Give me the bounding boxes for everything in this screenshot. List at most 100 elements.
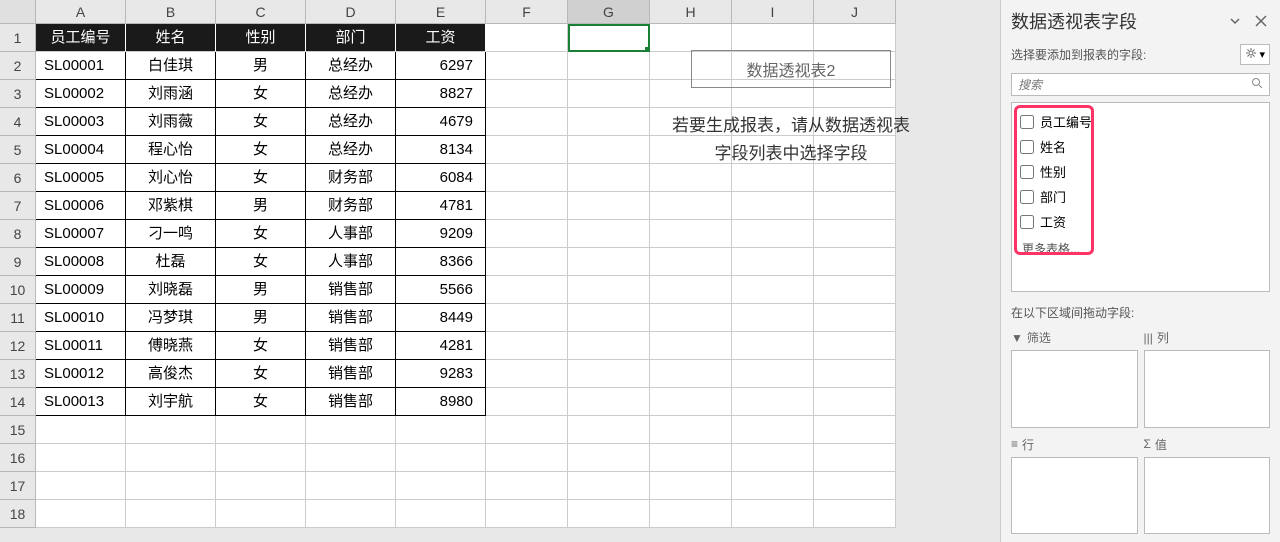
cell[interactable]: SL00008: [36, 248, 126, 276]
cell[interactable]: [814, 444, 896, 472]
cell[interactable]: [216, 472, 306, 500]
field-item[interactable]: 性别: [1020, 159, 1261, 184]
field-checkbox[interactable]: [1020, 140, 1034, 154]
col-header-E[interactable]: E: [396, 0, 486, 24]
cell[interactable]: [814, 360, 896, 388]
cell[interactable]: SL00005: [36, 164, 126, 192]
cell[interactable]: [36, 500, 126, 528]
cell[interactable]: [814, 500, 896, 528]
cell[interactable]: [486, 52, 568, 80]
cell[interactable]: [486, 220, 568, 248]
cell[interactable]: 员工编号: [36, 24, 126, 52]
cell[interactable]: [568, 164, 650, 192]
cell[interactable]: 4781: [396, 192, 486, 220]
cell[interactable]: [568, 444, 650, 472]
cell[interactable]: [650, 24, 732, 52]
cell[interactable]: [568, 304, 650, 332]
cell[interactable]: 高俊杰: [126, 360, 216, 388]
cell[interactable]: [650, 276, 732, 304]
cell[interactable]: 性别: [216, 24, 306, 52]
cell[interactable]: [650, 416, 732, 444]
cell[interactable]: [126, 472, 216, 500]
cell[interactable]: 8366: [396, 248, 486, 276]
cell[interactable]: 8827: [396, 80, 486, 108]
cell[interactable]: [568, 360, 650, 388]
cell[interactable]: [306, 444, 396, 472]
cell[interactable]: [568, 500, 650, 528]
cell[interactable]: [396, 444, 486, 472]
cell[interactable]: [732, 24, 814, 52]
cell[interactable]: [732, 164, 814, 192]
cell[interactable]: [650, 192, 732, 220]
field-item[interactable]: 部门: [1020, 184, 1261, 209]
cell[interactable]: 4281: [396, 332, 486, 360]
cell[interactable]: [732, 472, 814, 500]
cell[interactable]: 销售部: [306, 276, 396, 304]
cell[interactable]: 男: [216, 52, 306, 80]
cell[interactable]: 人事部: [306, 220, 396, 248]
pivot-title-box[interactable]: 数据透视表2: [691, 50, 891, 88]
field-checkbox[interactable]: [1020, 115, 1034, 129]
cell[interactable]: SL00004: [36, 136, 126, 164]
cell[interactable]: [216, 416, 306, 444]
cell[interactable]: 9209: [396, 220, 486, 248]
cell[interactable]: [486, 388, 568, 416]
cell[interactable]: 销售部: [306, 360, 396, 388]
cell[interactable]: 刘宇航: [126, 388, 216, 416]
cell[interactable]: [814, 164, 896, 192]
field-item[interactable]: 工资: [1020, 209, 1261, 234]
cell[interactable]: [486, 276, 568, 304]
cell[interactable]: [486, 80, 568, 108]
cell[interactable]: [814, 388, 896, 416]
row-header[interactable]: 12: [0, 332, 36, 360]
cell[interactable]: [732, 360, 814, 388]
cell[interactable]: 姓名: [126, 24, 216, 52]
cell[interactable]: [486, 136, 568, 164]
cell[interactable]: SL00006: [36, 192, 126, 220]
cell[interactable]: [486, 192, 568, 220]
cell[interactable]: 8449: [396, 304, 486, 332]
cell[interactable]: 女: [216, 332, 306, 360]
cell[interactable]: [650, 360, 732, 388]
cell[interactable]: 销售部: [306, 388, 396, 416]
cell[interactable]: [650, 332, 732, 360]
cell[interactable]: 女: [216, 220, 306, 248]
cell[interactable]: 刘心怡: [126, 164, 216, 192]
col-header-A[interactable]: A: [36, 0, 126, 24]
cell[interactable]: 女: [216, 360, 306, 388]
cell[interactable]: 5566: [396, 276, 486, 304]
row-header[interactable]: 3: [0, 80, 36, 108]
close-icon[interactable]: [1252, 12, 1270, 30]
cell[interactable]: [486, 360, 568, 388]
cell[interactable]: 男: [216, 304, 306, 332]
row-header[interactable]: 9: [0, 248, 36, 276]
field-checkbox[interactable]: [1020, 215, 1034, 229]
cell[interactable]: [486, 24, 568, 52]
cell[interactable]: [36, 416, 126, 444]
col-header-B[interactable]: B: [126, 0, 216, 24]
cell[interactable]: [396, 500, 486, 528]
cell[interactable]: [306, 500, 396, 528]
row-header[interactable]: 17: [0, 472, 36, 500]
cell[interactable]: [732, 248, 814, 276]
more-tables-link[interactable]: 更多表格...: [1020, 234, 1261, 257]
cell[interactable]: [732, 500, 814, 528]
col-header-G[interactable]: G: [568, 0, 650, 24]
cell[interactable]: 总经办: [306, 136, 396, 164]
cell[interactable]: [814, 472, 896, 500]
cell[interactable]: [396, 472, 486, 500]
cell[interactable]: 总经办: [306, 80, 396, 108]
cell[interactable]: [732, 304, 814, 332]
cell[interactable]: SL00002: [36, 80, 126, 108]
values-drop-box[interactable]: [1144, 457, 1271, 535]
cell[interactable]: [126, 500, 216, 528]
cell[interactable]: [568, 220, 650, 248]
cell[interactable]: [650, 388, 732, 416]
cell[interactable]: [814, 24, 896, 52]
cell[interactable]: 总经办: [306, 52, 396, 80]
cell[interactable]: 男: [216, 276, 306, 304]
filter-drop-box[interactable]: [1011, 350, 1138, 428]
cell[interactable]: 女: [216, 136, 306, 164]
cell[interactable]: [650, 164, 732, 192]
cell[interactable]: [814, 220, 896, 248]
